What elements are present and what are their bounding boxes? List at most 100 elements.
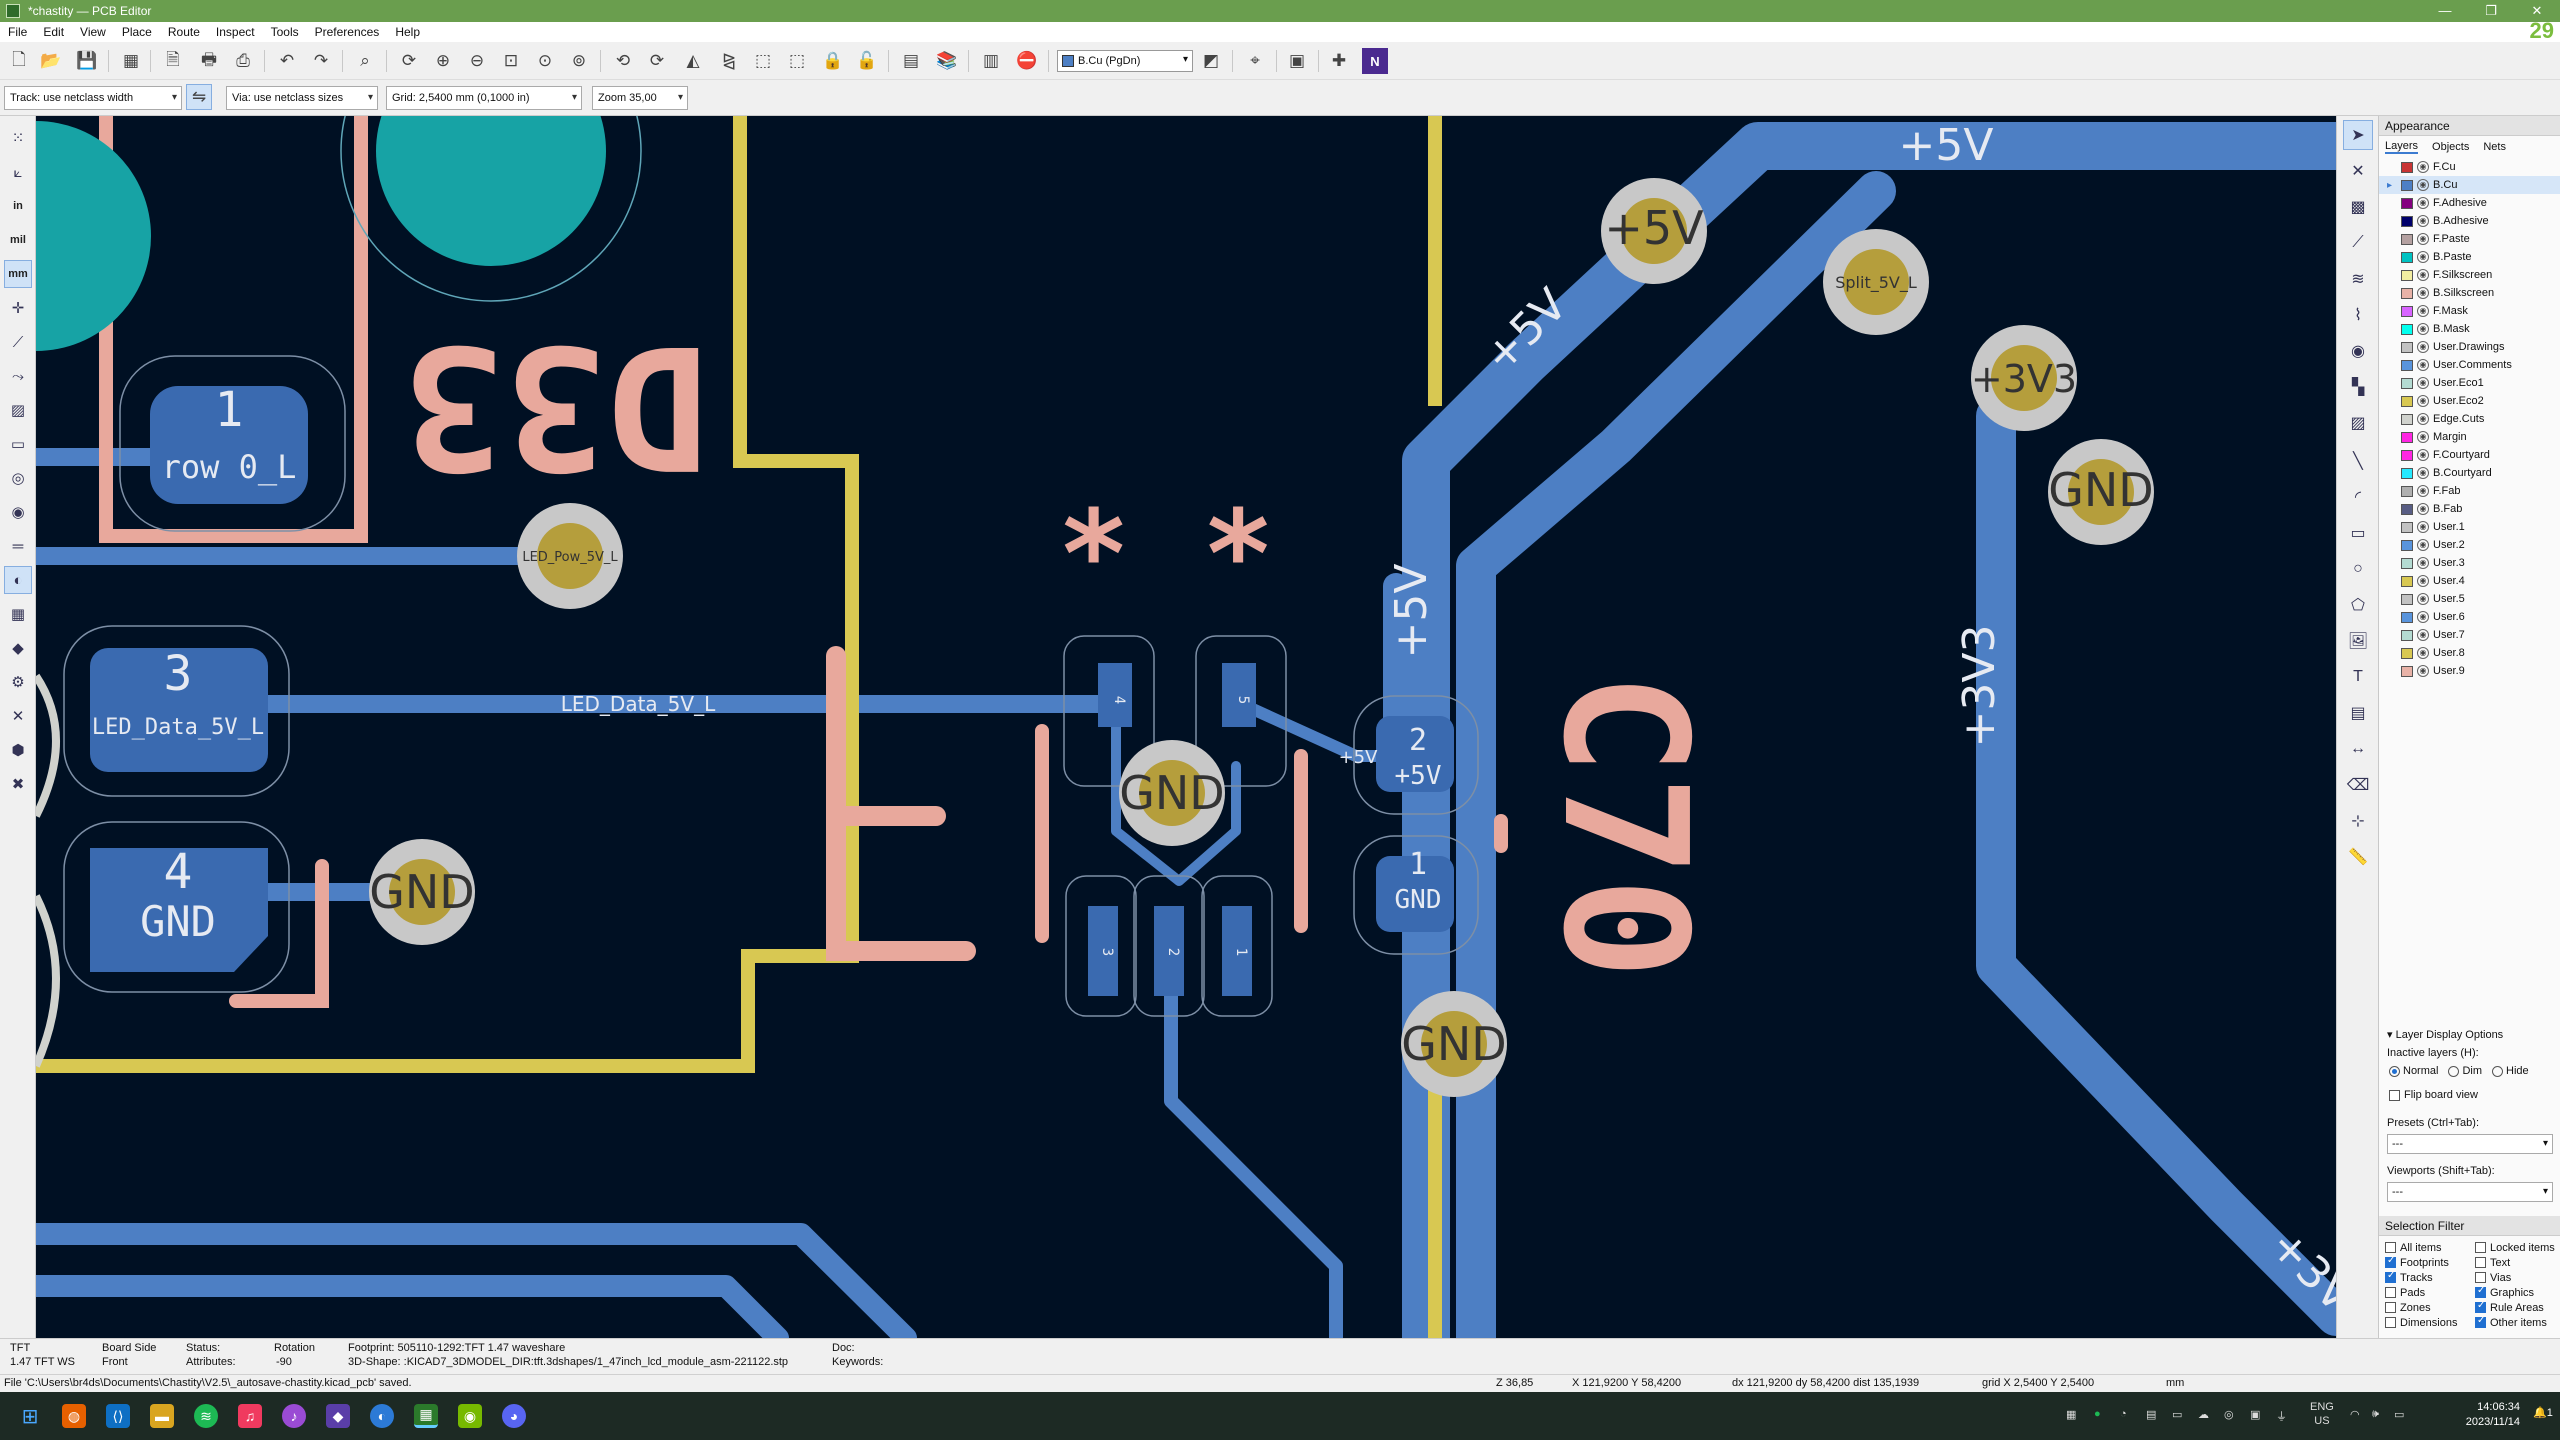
undo-icon[interactable]: ↶ [274,48,300,74]
layer-color-swatch[interactable] [2401,395,2413,407]
auto-track-width-icon[interactable]: ⇋ [186,84,212,110]
new-board-icon[interactable]: 🗋 [6,48,32,74]
flip-board-checkbox[interactable] [2389,1089,2400,1101]
layer-color-swatch[interactable] [2401,431,2413,443]
unit-inch-button[interactable]: in [4,192,32,220]
visibility-eye-icon[interactable]: ◉ [2417,161,2429,173]
visibility-eye-icon[interactable]: ◉ [2417,179,2429,191]
visibility-eye-icon[interactable]: ◉ [2417,359,2429,371]
language-indicator[interactable]: ENG US [2310,1400,2334,1428]
ungroup-icon[interactable]: ⬚ [784,48,810,74]
tab-nets[interactable]: Nets [2483,141,2506,153]
layer-color-swatch[interactable] [2401,467,2413,479]
track-data-down[interactable] [1164,929,1343,1338]
tools-icon[interactable]: ✖ [4,770,32,798]
zoom-out-icon[interactable]: ⊖ [464,48,490,74]
board-setup-icon[interactable]: ▦ [118,48,144,74]
tab-layers[interactable]: Layers [2385,140,2419,154]
selection-filter-checkbox[interactable] [2385,1287,2396,1298]
visibility-eye-icon[interactable]: ◉ [2417,323,2429,335]
draw-polygon-icon[interactable]: ⬠ [2343,590,2373,620]
nvidia-icon[interactable]: ◉ [458,1404,482,1428]
layer-row[interactable]: ◉ B.Courtyard [2379,464,2560,482]
layer-row[interactable]: ◉ F.Courtyard [2379,446,2560,464]
menu-help[interactable]: Help [387,22,428,42]
grid-toggle-icon[interactable]: ⁙ [4,124,32,152]
scripting-console-icon[interactable]: ▣ [1284,48,1310,74]
schematic-cross-probe-icon[interactable]: ⌖ [1242,48,1268,74]
layer-row[interactable]: ◉ F.Mask [2379,302,2560,320]
layer-color-swatch[interactable] [2401,503,2413,515]
browser-app-icon[interactable]: ◐ [370,1404,394,1428]
pcb-drawing[interactable]: D33 C70 * * 1 row 0_L 3 LED_Data_5V_L 4 … [36,116,2336,1338]
layer-color-swatch[interactable] [2401,305,2413,317]
layer-color-swatch[interactable] [2401,359,2413,371]
layers-manager-icon[interactable]: ◆ [4,634,32,662]
layer-color-swatch[interactable] [2401,665,2413,677]
route-track-icon[interactable]: ⟋ [2343,228,2373,258]
measure-tool-icon[interactable]: 📏 [2343,842,2373,872]
plot-icon[interactable]: ⎙ [230,48,256,74]
menu-route[interactable]: Route [160,22,208,42]
wifi-icon[interactable]: ◠ [2350,1408,2360,1421]
layer-row[interactable]: ◉ Margin [2379,428,2560,446]
layer-color-swatch[interactable] [2401,539,2413,551]
print-icon[interactable]: 🖶 [196,48,222,74]
local-ratsnest-icon[interactable]: ✕ [2343,156,2373,186]
visibility-eye-icon[interactable]: ◉ [2417,467,2429,479]
track-outline-icon[interactable]: ═ [4,532,32,560]
presets-select[interactable]: --- ▾ [2387,1134,2553,1154]
discord-icon[interactable]: ◕ [502,1404,526,1428]
add-via-icon[interactable]: ◉ [2343,336,2373,366]
menu-inspect[interactable]: Inspect [208,22,263,42]
layer-row[interactable]: ◉ User.7 [2379,626,2560,644]
visibility-eye-icon[interactable]: ◉ [2417,611,2429,623]
layer-color-swatch[interactable] [2401,341,2413,353]
open-icon[interactable]: 📂 [38,48,64,74]
save-icon[interactable]: 💾 [74,48,100,74]
add-image-icon[interactable]: 🖼 [2343,626,2373,656]
draw-rectangle-icon[interactable]: ▭ [2343,518,2373,548]
unit-mm-button[interactable]: mm [4,260,32,288]
draw-line-icon[interactable]: ╲ [2343,446,2373,476]
visibility-eye-icon[interactable]: ◉ [2417,521,2429,533]
delete-tool-icon[interactable]: ⌫ [2343,770,2373,800]
layer-color-swatch[interactable] [2401,377,2413,389]
layer-row[interactable]: ◉ B.Paste [2379,248,2560,266]
tray-display-icon[interactable]: ▭ [2172,1408,2182,1421]
zone-fill-icon[interactable]: ▨ [4,396,32,424]
layer-color-swatch[interactable] [2401,449,2413,461]
start-windows-icon[interactable]: ⊞ [18,1404,42,1428]
pad-outline-icon[interactable]: ◎ [4,464,32,492]
draw-circle-icon[interactable]: ○ [2343,554,2373,584]
properties-panel-icon[interactable]: ⚙ [4,668,32,696]
volume-icon[interactable]: 🕪 [2372,1408,2379,1421]
visibility-eye-icon[interactable]: ◉ [2417,485,2429,497]
net-colors-icon[interactable]: ▦ [4,600,32,628]
visibility-eye-icon[interactable]: ◉ [2417,665,2429,677]
visibility-eye-icon[interactable]: ◉ [2417,395,2429,407]
zoom-select[interactable]: Zoom 35,00 ▾ [592,86,688,110]
vscode-icon[interactable]: ⟨⟩ [106,1404,130,1428]
menu-preferences[interactable]: Preferences [307,22,388,42]
polar-coords-icon[interactable]: ⟀ [4,158,32,186]
layer-color-swatch[interactable] [2401,611,2413,623]
minimize-button[interactable]: — [2422,0,2468,22]
visibility-eye-icon[interactable]: ◉ [2417,287,2429,299]
rotate-ccw-icon[interactable]: ⟲ [610,48,636,74]
set-origin-icon[interactable]: ⊹ [2343,806,2373,836]
layer-row[interactable]: ◉ F.Cu [2379,158,2560,176]
selection-filter-checkbox[interactable] [2475,1300,2486,1313]
mirror-icon[interactable]: ⧎ [716,48,742,74]
ratsnest-icon[interactable]: ⟋ [4,328,32,356]
visibility-eye-icon[interactable]: ◉ [2417,377,2429,389]
file-explorer-icon[interactable]: ▬ [150,1404,174,1428]
layer-color-swatch[interactable] [2401,575,2413,587]
tray-steam-icon[interactable]: ◎ [2224,1408,2234,1421]
zone-outline-icon[interactable]: ▭ [4,430,32,458]
selection-filter-checkbox[interactable] [2475,1257,2486,1268]
menu-edit[interactable]: Edit [35,22,72,42]
tray-usb-icon[interactable]: ⏚ [2276,1408,2287,1424]
visibility-eye-icon[interactable]: ◉ [2417,305,2429,317]
drc-markers-icon[interactable]: ⬢ [4,736,32,764]
